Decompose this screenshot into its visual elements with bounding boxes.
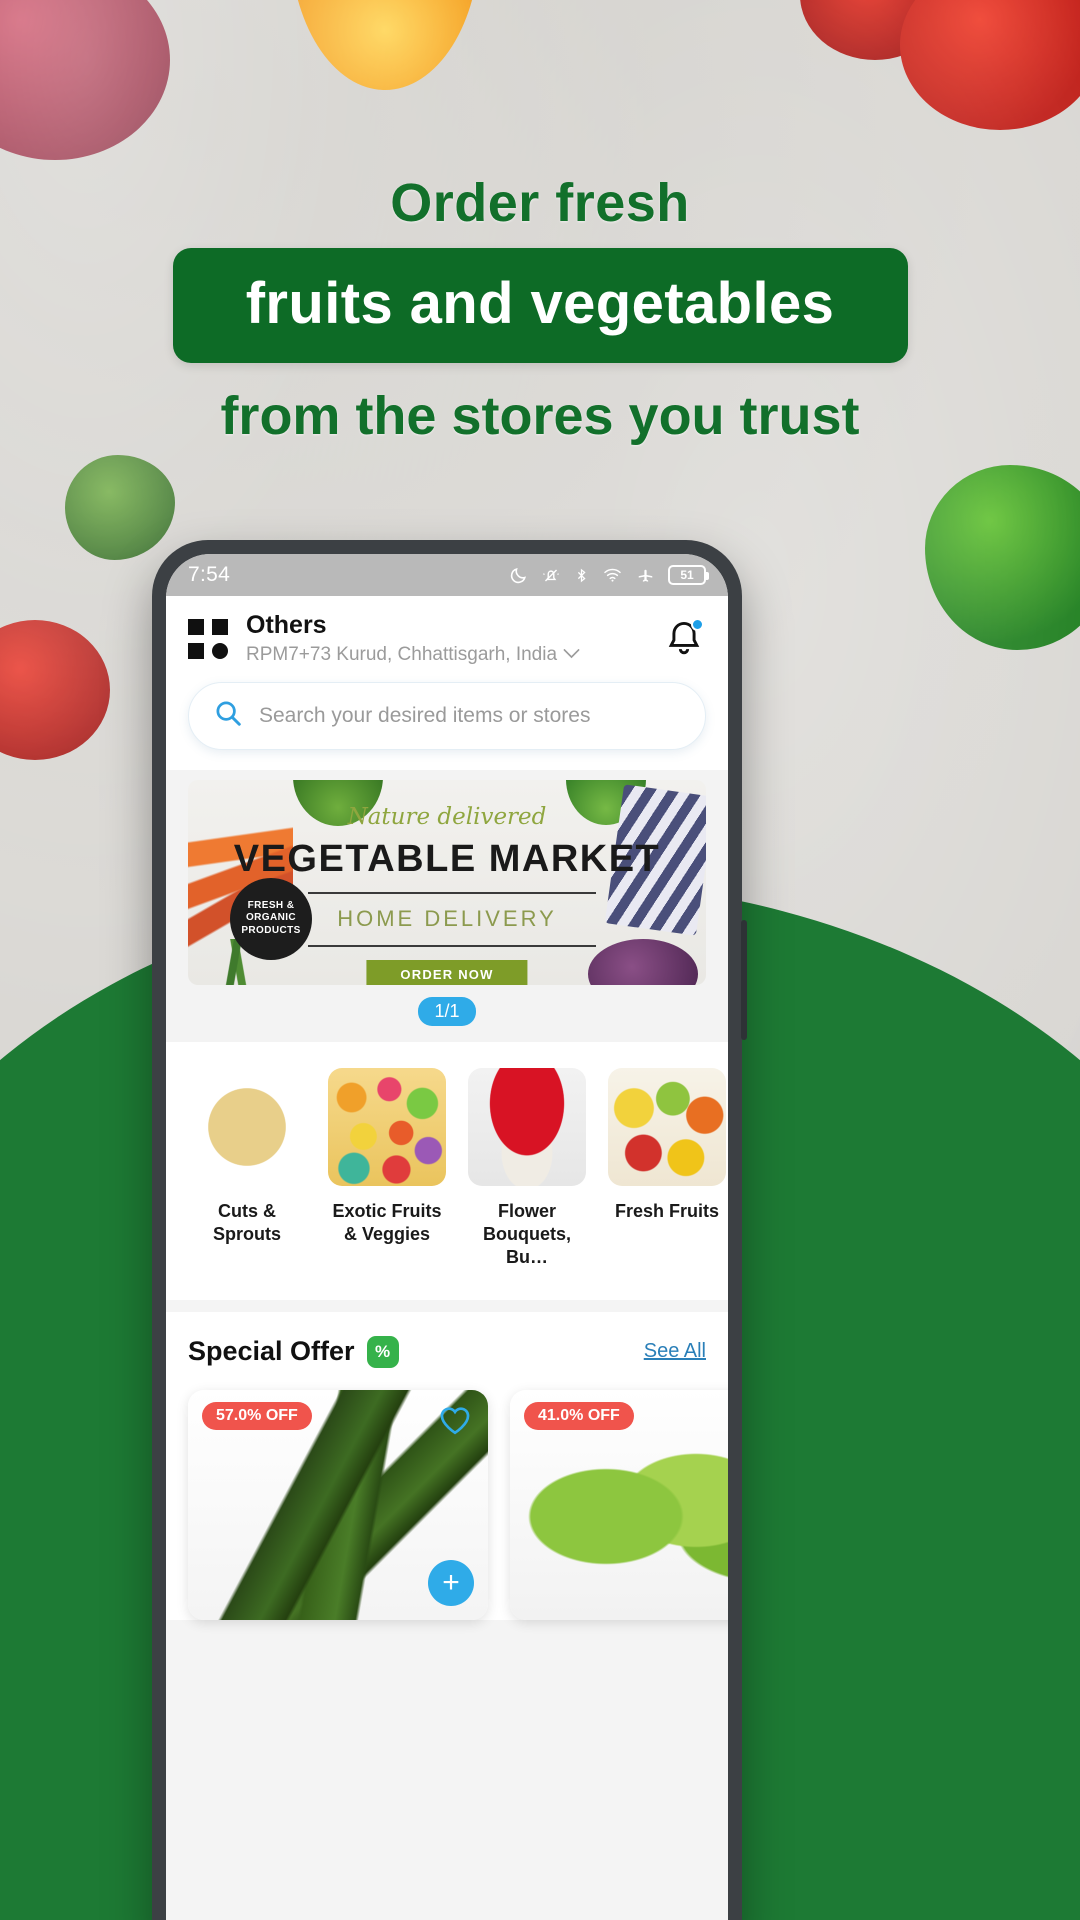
category-item[interactable]: Exotic Fruits & Veggies — [328, 1067, 446, 1270]
category-label: Cuts & Sprouts — [212, 1200, 281, 1244]
fresh-organic-badge: FRESH & ORGANIC PRODUCTS — [230, 877, 312, 960]
tomato-decor-image — [0, 620, 110, 760]
phone-screen: 7:54 51 Others RPM7+73 Kurud, Chhattisga… — [166, 554, 728, 1920]
orange-slice-decor-image — [290, 0, 480, 90]
banner-pager-label: 1/1 — [418, 996, 476, 1026]
wifi-icon — [602, 566, 623, 584]
special-offer-products: 57.0% OFF + 41.0% OFF + — [188, 1389, 728, 1620]
bluetooth-icon — [574, 566, 589, 585]
promo-banner[interactable]: Nature delivered VEGETABLE MARKET HOME D… — [188, 779, 706, 985]
tomato-decor-image — [800, 0, 950, 60]
product-card[interactable]: 57.0% OFF + — [188, 1389, 488, 1620]
promo-headline: Order fresh fruits and vegetables from t… — [0, 172, 1080, 447]
status-bar-time: 7:54 — [188, 563, 231, 586]
badge-line-2: ORGANIC — [245, 912, 297, 924]
fresh-fruits-image — [608, 1067, 726, 1186]
discount-badge: 57.0% OFF — [202, 1401, 312, 1430]
category-item[interactable]: Cuts & Sprouts — [188, 1067, 306, 1270]
address-title: Others — [246, 611, 327, 639]
banner-title: VEGETABLE MARKET — [233, 837, 661, 880]
battery-icon: 51 — [668, 565, 709, 585]
categories-section: Cuts & Sprouts Exotic Fruits & Veggies F… — [166, 1041, 728, 1300]
order-now-button[interactable]: ORDER NOW — [366, 959, 528, 985]
category-label: Exotic Fruits & Veggies — [332, 1200, 442, 1244]
tomato-decor-image — [900, 0, 1080, 130]
mute-bell-icon — [541, 566, 561, 585]
battery-level: 51 — [680, 568, 694, 582]
banner-divider — [308, 891, 596, 894]
do-not-disturb-moon-icon — [509, 566, 528, 585]
app-header: Others RPM7+73 Kurud, Chhattisgarh, Indi… — [166, 596, 728, 680]
special-offer-title: Special Offer — [188, 1336, 355, 1367]
categories-row[interactable]: Cuts & Sprouts Exotic Fruits & Veggies F… — [166, 1067, 728, 1270]
flower-bouquets-image — [468, 1067, 586, 1186]
grid-apps-icon[interactable] — [188, 618, 228, 659]
promo-highlight-band: fruits and vegetables — [172, 248, 908, 363]
banner-section: Nature delivered VEGETABLE MARKET HOME D… — [166, 769, 728, 1042]
promo-line-3: from the stores you trust — [220, 386, 860, 446]
special-offer-header: Special Offer % See All — [188, 1335, 706, 1368]
address-line: RPM7+73 Kurud, Chhattisgarh, India — [246, 644, 662, 666]
heart-outline-icon[interactable] — [438, 1404, 472, 1441]
broccoli-decor-image — [65, 455, 175, 560]
status-bar: 7:54 51 — [166, 554, 728, 596]
discount-badge: 41.0% OFF — [524, 1401, 634, 1430]
search-bar[interactable]: Search your desired items or stores — [188, 681, 706, 750]
search-input[interactable]: Search your desired items or stores — [259, 704, 590, 728]
percent-badge-icon: % — [366, 1335, 399, 1368]
search-icon — [213, 698, 243, 733]
apple-decor-image — [0, 0, 170, 160]
banner-pager: 1/1 — [188, 985, 706, 1042]
search-section: Search your desired items or stores — [166, 679, 728, 770]
phone-mockup: 7:54 51 Others RPM7+73 Kurud, Chhattisga… — [152, 540, 747, 1920]
badge-line-3: PRODUCTS — [241, 924, 301, 936]
promo-line-1: Order fresh — [390, 173, 690, 233]
category-label: Flower Bouquets, Bu… — [483, 1200, 571, 1268]
banner-script-text: Nature delivered — [347, 803, 547, 830]
status-bar-icons: 51 — [509, 565, 709, 585]
exotic-fruits-veggies-image — [328, 1067, 446, 1186]
category-item[interactable]: Flower Bouquets, Bu… — [468, 1067, 586, 1270]
promo-line-2: fruits and vegetables — [245, 271, 835, 336]
notification-dot — [691, 617, 704, 631]
special-offer-section: Special Offer % See All 57.0% OFF + 41.0… — [166, 1311, 728, 1620]
badge-line-1: FRESH & — [247, 899, 295, 911]
see-all-link[interactable]: See All — [644, 1340, 706, 1363]
red-cabbage-image — [588, 938, 698, 985]
address-text: RPM7+73 Kurud, Chhattisgarh, India — [246, 643, 558, 665]
chevron-down-icon[interactable] — [563, 646, 580, 663]
cuts-and-sprouts-image — [188, 1067, 306, 1186]
bell-pepper-decor-image — [925, 465, 1080, 650]
airplane-icon — [636, 566, 655, 584]
banner-divider — [308, 944, 596, 947]
category-item[interactable]: Fresh Fruits — [608, 1067, 726, 1270]
notification-bell-icon[interactable] — [662, 617, 706, 661]
category-label: Fresh Fruits — [614, 1200, 720, 1221]
plus-icon[interactable]: + — [428, 1559, 474, 1606]
special-offer-title-group: Special Offer % — [188, 1335, 399, 1368]
address-selector[interactable]: Others RPM7+73 Kurud, Chhattisgarh, Indi… — [246, 611, 662, 666]
product-card[interactable]: 41.0% OFF + — [510, 1389, 728, 1620]
